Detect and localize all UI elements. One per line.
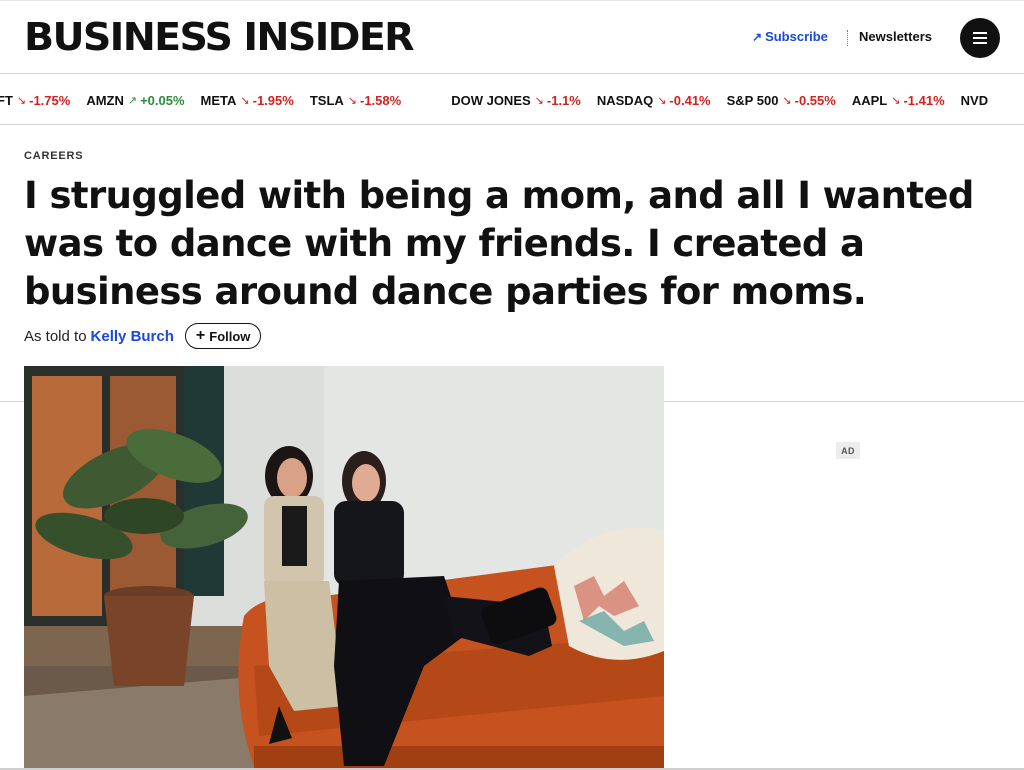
article-headline: I struggled with being a mom, and all I … [24, 174, 974, 313]
ticker-item[interactable]: AMZN ↗ +0.05% [86, 93, 184, 108]
ticker-change: -1.1% [546, 93, 581, 108]
arrow-down-right-icon: ↘ [16, 95, 27, 107]
ticker-symbol: META [200, 93, 237, 108]
arrow-up-right-icon: ↗ [127, 95, 138, 107]
ticker-change: +0.05% [140, 93, 185, 108]
ticker-item[interactable]: AAPL ↘ -1.41% [852, 93, 945, 108]
arrow-down-right-icon: ↘ [657, 95, 667, 107]
ticker-item[interactable]: DOW JONES ↘ -1.1% [451, 93, 581, 108]
ad-label: AD [836, 442, 860, 459]
arrow-down-right-icon: ↘ [240, 95, 250, 107]
hero-photo-illustration [24, 366, 664, 770]
byline-prefix: As told to [24, 327, 87, 345]
ticker-symbol: TSLA [309, 93, 344, 108]
follow-label: Follow [209, 328, 251, 344]
ticker-change: -0.41% [669, 93, 711, 108]
ticker-symbol: AAPL [851, 93, 888, 108]
plus-icon: + [195, 327, 206, 344]
ticker-item[interactable]: NASDAQ ↘ -0.41% [597, 93, 711, 108]
ticker-item[interactable]: META ↘ -1.95% [201, 93, 294, 108]
ticker-symbol: FT [0, 93, 13, 108]
subscribe-label: Subscribe [765, 29, 828, 44]
ticker-symbol: NVD [960, 93, 989, 108]
ticker-item[interactable]: FT↘-1.75% [0, 93, 70, 108]
ticker-change: -1.41% [903, 93, 945, 108]
arrow-down-right-icon: ↘ [891, 95, 901, 107]
arrow-down-right-icon: ↘ [782, 95, 792, 107]
author-link[interactable]: Kelly Burch [91, 328, 174, 345]
ticker-symbol: NASDAQ [596, 93, 654, 108]
subscribe-link[interactable]: ↗ Subscribe [752, 29, 828, 44]
newsletters-link[interactable]: Newsletters [859, 29, 932, 44]
ticker-change: -1.58% [360, 93, 402, 108]
header-divider [847, 30, 848, 46]
ticker-item[interactable]: TSLA ↘ -1.58% [310, 93, 401, 108]
byline: As told to Kelly Burch + Follow [24, 323, 262, 349]
hero-image [24, 366, 664, 770]
ticker-item[interactable]: S&P 500 ↘ -0.55% [727, 93, 836, 108]
ticker-item[interactable]: NVD [961, 93, 992, 108]
follow-button[interactable]: + Follow [184, 323, 262, 349]
site-logo[interactable]: BUSINESS INSIDER [24, 15, 415, 59]
ticker-symbol: DOW JONES [451, 93, 531, 108]
ticker-change: -1.75% [29, 93, 71, 108]
arrow-down-right-icon: ↘ [534, 95, 544, 107]
arrow-down-right-icon: ↘ [347, 95, 357, 107]
ticker-change: -0.55% [794, 93, 836, 108]
hamburger-icon [973, 32, 987, 34]
ticker-change: -1.95% [252, 93, 294, 108]
ticker-symbol: AMZN [86, 93, 124, 108]
article-category[interactable]: CAREERS [24, 150, 83, 162]
stock-ticker: FT↘-1.75%AMZN↗+0.05%META↘-1.95%TSLA↘-1.5… [0, 74, 1024, 125]
menu-button[interactable] [960, 18, 1000, 58]
site-header: BUSINESS INSIDER ↗ Subscribe Newsletters [0, 0, 1024, 74]
ticker-symbol: S&P 500 [726, 93, 779, 108]
ticker-track: FT↘-1.75%AMZN↗+0.05%META↘-1.95%TSLA↘-1.5… [0, 93, 1008, 108]
arrow-up-right-icon: ↗ [752, 29, 763, 44]
